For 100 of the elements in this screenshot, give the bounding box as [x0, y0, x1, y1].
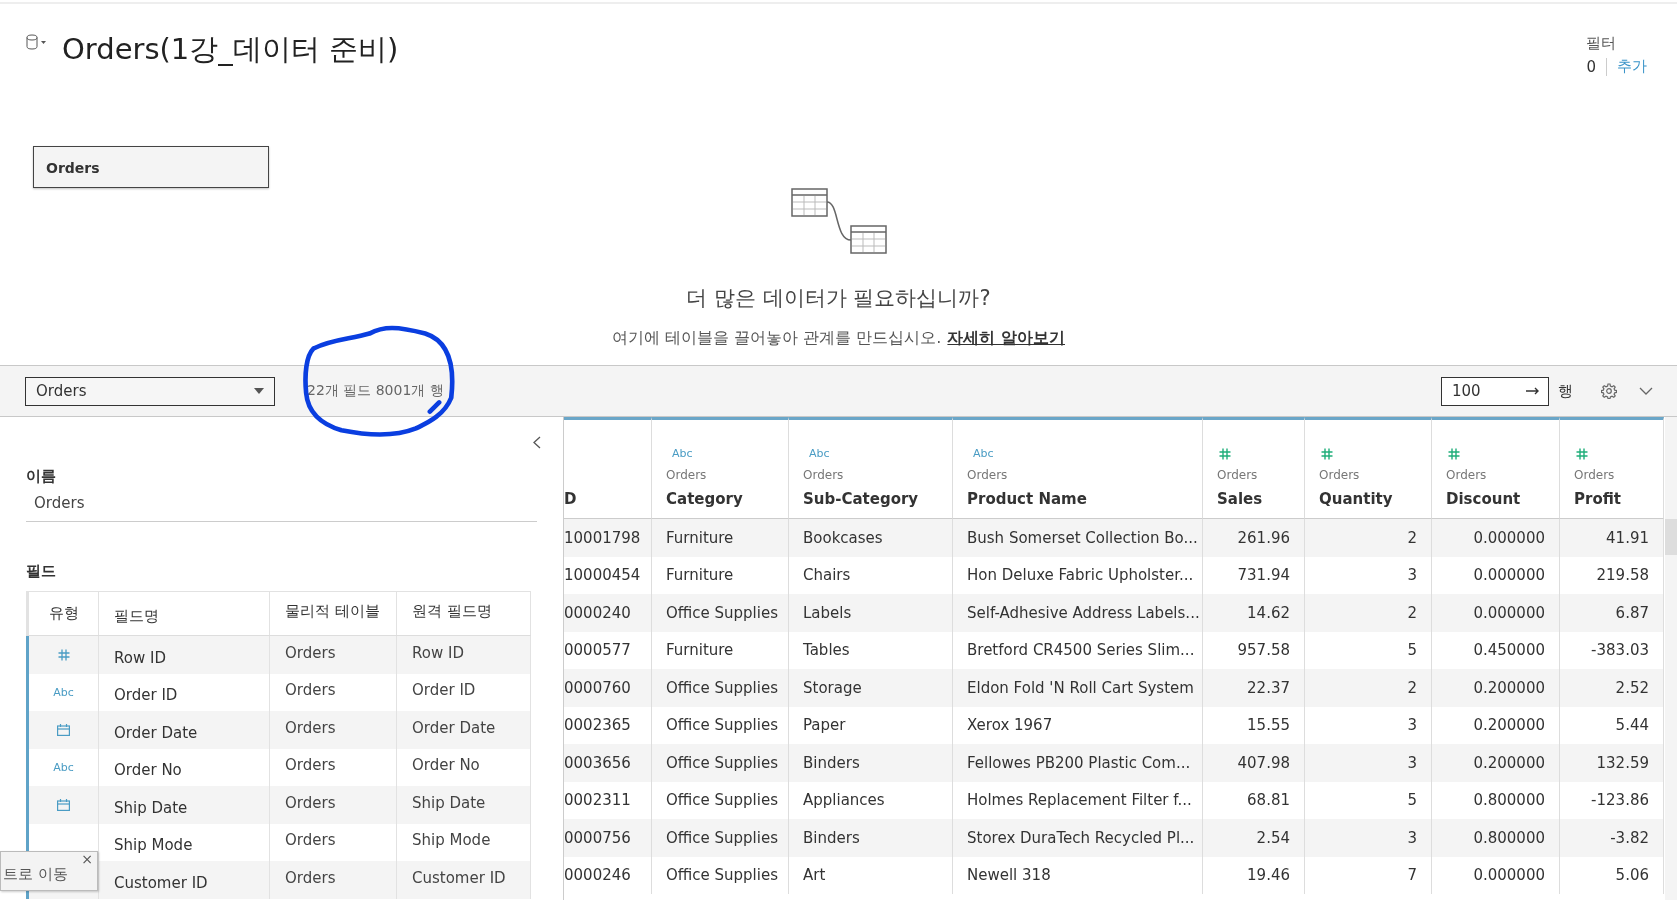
caret-icon: [254, 388, 264, 394]
table-cell: 7: [1407, 866, 1417, 885]
table-select[interactable]: Orders: [25, 376, 275, 406]
table-cell: 0.000000: [1473, 866, 1545, 885]
column-header[interactable]: Discount: [1446, 490, 1559, 508]
table-cell: 2: [1407, 528, 1417, 547]
data-source-title[interactable]: Orders(1강_데이터 준비): [62, 30, 399, 70]
table-cell: 2: [1407, 678, 1417, 697]
table-cell: 41.91: [1606, 528, 1649, 547]
column-header[interactable]: Sales: [1217, 490, 1304, 508]
table-cell: Bretford CR4500 Series Slim...: [967, 641, 1195, 660]
field-name-cell[interactable]: Customer ID: [99, 861, 270, 899]
table-cell: 2.54: [1256, 828, 1290, 847]
table-cell: 0.800000: [1473, 828, 1545, 847]
learn-more-link[interactable]: 자세히 알아보기: [947, 328, 1065, 349]
remote-field-cell: Order Date: [397, 711, 531, 749]
number-type-icon[interactable]: [1576, 448, 1588, 460]
table-cell: Newell 318: [967, 866, 1051, 885]
table-cell: 0002311: [564, 791, 631, 810]
column-header[interactable]: Category: [666, 490, 788, 508]
table-cell: 0000246: [564, 866, 631, 885]
table-cell: Hon Deluxe Fabric Upholster...: [967, 566, 1194, 585]
table-cell: -123.86: [1591, 791, 1649, 810]
table-cell: 3: [1407, 716, 1417, 735]
column-header[interactable]: 물리적 테이블: [270, 592, 397, 635]
scrollbar-thumb[interactable]: [1665, 519, 1677, 555]
number-type-icon[interactable]: [1321, 448, 1333, 460]
settings-icon[interactable]: [1601, 383, 1617, 399]
source-table-label: Orders: [1319, 468, 1361, 482]
column-header[interactable]: 유형: [29, 592, 99, 635]
name-label: 이름: [26, 467, 57, 486]
table-cell: Binders: [803, 753, 860, 772]
table-cell: Orders: [270, 636, 397, 674]
column-header[interactable]: 필드명: [99, 592, 270, 635]
calendar-icon[interactable]: [57, 723, 70, 736]
column-header[interactable]: Profit: [1574, 490, 1663, 508]
table-cell: Orders: [270, 786, 397, 824]
source-table-label: Orders: [666, 468, 708, 482]
table-cell: Office Supplies: [666, 603, 778, 622]
table-cell: 407.98: [1237, 753, 1290, 772]
remote-field-cell: Ship Date: [397, 786, 531, 824]
table-cell: 15.55: [1247, 716, 1290, 735]
table-cell: Binders: [803, 828, 860, 847]
table-cell: 0.000000: [1473, 566, 1545, 585]
table-cell: Holmes Replacement Filter f...: [967, 791, 1192, 810]
related-tables-icon: [790, 188, 887, 254]
table-cell: Paper: [803, 716, 846, 735]
arrow-icon[interactable]: [1526, 387, 1540, 395]
rows-label: 행: [1558, 381, 1573, 401]
table-cell: 3: [1407, 828, 1417, 847]
table-cell: 22.37: [1247, 678, 1290, 697]
table-cell: Bush Somerset Collection Bo...: [967, 528, 1198, 547]
number-type-icon[interactable]: [1219, 448, 1231, 460]
table-cell: Orders: [270, 861, 397, 899]
table-cell: Furniture: [666, 566, 734, 585]
table-cell: 0.450000: [1473, 641, 1545, 660]
table-cell: 5.44: [1615, 716, 1649, 735]
table-cell: 10000454: [564, 566, 641, 585]
remote-field-cell: Customer ID: [397, 861, 531, 899]
field-name-cell[interactable]: Row ID: [99, 636, 270, 674]
table-cell: 132.59: [1596, 753, 1649, 772]
table-cell: Xerox 1967: [967, 716, 1053, 735]
table-cell: 2.52: [1615, 678, 1649, 697]
table-cell: 0.200000: [1473, 716, 1545, 735]
table-cell: Fellowes PB200 Plastic Com...: [967, 753, 1191, 772]
table-card[interactable]: Orders: [33, 146, 269, 188]
table-cell: Eldon Fold 'N Roll Cart System: [967, 678, 1194, 697]
fields-label: 필드: [26, 562, 57, 581]
number-type-icon[interactable]: [57, 648, 70, 661]
column-header[interactable]: Sub-Category: [803, 490, 952, 508]
field-name-cell[interactable]: Order Date: [99, 711, 270, 749]
source-table-label: Orders: [1574, 468, 1616, 482]
number-type-icon[interactable]: [1448, 448, 1460, 460]
name-field[interactable]: Orders: [26, 494, 537, 522]
table-cell: 2: [1407, 603, 1417, 622]
add-filter-link[interactable]: 추가: [1607, 57, 1647, 76]
table-cell: Art: [803, 866, 826, 885]
column-header[interactable]: 원격 필드명: [397, 592, 531, 635]
database-icon[interactable]: [26, 34, 48, 50]
tooltip-text: 트로 이동: [3, 865, 68, 884]
table-cell: 957.58: [1237, 641, 1290, 660]
column-header[interactable]: Product Name: [967, 490, 1202, 508]
table-cell: Office Supplies: [666, 678, 778, 697]
calendar-icon[interactable]: [57, 798, 70, 811]
collapse-icon[interactable]: [533, 436, 541, 449]
rows-input-field[interactable]: 100: [1441, 376, 1549, 406]
remote-field-cell: Row ID: [397, 636, 531, 674]
table-cell: 10001798: [564, 528, 641, 547]
table-cell: 3: [1407, 566, 1417, 585]
close-button[interactable]: ×: [81, 852, 93, 866]
table-cell: 0.000000: [1473, 528, 1545, 547]
source-table-label: Orders: [1217, 468, 1259, 482]
chevron-down-icon[interactable]: [1639, 387, 1653, 395]
column-header[interactable]: D: [564, 490, 651, 508]
table-cell: Office Supplies: [666, 791, 778, 810]
field-name-cell[interactable]: Ship Date: [99, 786, 270, 824]
filter-label: 필터: [1586, 34, 1618, 53]
table-cell: Storex DuraTech Recycled Pl...: [967, 828, 1195, 847]
column-header[interactable]: Quantity: [1319, 490, 1431, 508]
table-cell: 0000240: [564, 603, 631, 622]
